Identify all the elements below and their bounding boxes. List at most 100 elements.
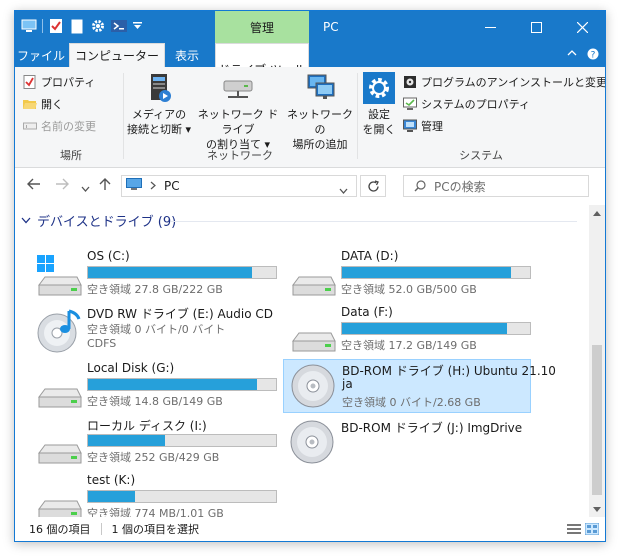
scrollbar-thumb[interactable] xyxy=(592,345,602,495)
title-bar: 管理 PC xyxy=(15,11,605,43)
open-settings-button[interactable]: 設定 を開く xyxy=(361,71,397,137)
drive-item-e[interactable]: DVD RW ドライブ (E:) Audio CD 空き領域 0 バイト/0 バ… xyxy=(29,303,277,359)
drive-usage-fill xyxy=(342,267,512,278)
rename-button[interactable]: 名前の変更 xyxy=(23,115,119,137)
large-icons-view-icon[interactable] xyxy=(584,522,600,538)
drive-usage-fill xyxy=(88,435,166,446)
system-properties-button[interactable]: システムのプロパティ xyxy=(403,93,605,115)
window-title: PC xyxy=(323,20,339,34)
selected-count: 1 個の項目を選択 xyxy=(111,523,200,536)
tab-view[interactable]: 表示 xyxy=(165,43,209,67)
drive-item-j[interactable]: BD-ROM ドライブ (J:) ImgDrive xyxy=(283,417,531,469)
gear-icon[interactable] xyxy=(90,18,106,34)
network-location-icon xyxy=(303,71,337,105)
drive-item-h[interactable]: BD-ROM ドライブ (H:) Ubuntu 21.10 ja 空き領域 0 … xyxy=(283,359,556,413)
drive-usage-bar xyxy=(87,266,277,279)
scroll-down-icon[interactable] xyxy=(589,501,605,517)
window-controls xyxy=(467,11,605,43)
new-document-icon[interactable] xyxy=(69,18,85,34)
system-properties-icon xyxy=(403,97,417,110)
maximize-button[interactable] xyxy=(513,11,559,43)
drive-free-space: 空き領域 27.8 GB/222 GB xyxy=(87,283,223,296)
drive-item-i[interactable]: ローカル ディスク (I:) 空き領域 252 GB/429 GB xyxy=(29,415,277,467)
address-bar[interactable]: PC xyxy=(121,175,357,197)
ribbon-separator xyxy=(357,73,358,159)
close-button[interactable] xyxy=(559,11,605,43)
rename-icon xyxy=(23,122,37,130)
drive-name: DATA (D:) xyxy=(341,249,399,263)
rename-label: 名前の変更 xyxy=(41,120,96,133)
ribbon-tab-controls: ? xyxy=(567,48,599,63)
drive-usage-bar xyxy=(341,322,531,335)
media-label-line2: 接続と切断 ▾ xyxy=(126,123,192,136)
drive-usage-fill xyxy=(88,491,135,502)
computer-management-icon xyxy=(403,119,417,132)
settings-label-line1: 設定 xyxy=(368,108,390,121)
back-arrow-icon[interactable] xyxy=(27,178,41,194)
drive-usage-bar xyxy=(87,378,277,391)
drive-item-k[interactable]: test (K:) 空き領域 774 MB/1.01 GB xyxy=(29,471,277,517)
details-view-icon[interactable] xyxy=(567,523,581,538)
minimize-button[interactable] xyxy=(467,11,513,43)
help-icon[interactable]: ? xyxy=(587,48,599,63)
ribbon: プロパティ 開く 名前の変更 場所 メディアの 接続と切断 ▾ ネットワーク ド… xyxy=(15,67,605,168)
section-header-devices[interactable]: デバイスとドライブ (9) xyxy=(21,211,176,230)
manage-button[interactable]: 管理 xyxy=(403,115,605,137)
recent-locations-chevron-icon[interactable] xyxy=(81,180,90,196)
audio-cd-icon xyxy=(35,307,87,353)
search-icon xyxy=(414,180,426,192)
properties-button[interactable]: プロパティ xyxy=(23,71,119,93)
refresh-button[interactable] xyxy=(360,175,386,197)
open-label: 開く xyxy=(41,98,63,111)
manage-label: 管理 xyxy=(421,120,443,133)
drive-usage-bar xyxy=(341,266,531,279)
add-network-location-button[interactable]: ネットワークの 場所の追加 xyxy=(285,71,355,152)
search-input[interactable]: PCの検索 xyxy=(403,175,589,197)
breadcrumb-chevron-icon[interactable] xyxy=(150,179,156,193)
pc-icon[interactable] xyxy=(21,18,37,34)
group-label-system: システム xyxy=(459,149,503,162)
powershell-icon[interactable] xyxy=(111,18,127,34)
tab-file[interactable]: ファイル xyxy=(15,43,67,67)
drive-item-f[interactable]: Data (F:) 空き領域 17.2 GB/149 GB xyxy=(283,303,531,355)
bd-rom-disc-icon xyxy=(289,419,341,464)
forward-arrow-icon[interactable] xyxy=(55,178,69,194)
drive-name: test (K:) xyxy=(87,473,136,487)
address-dropdown-icon[interactable] xyxy=(339,183,348,197)
status-bar: 16 個の項目 1 個の項目を選択 xyxy=(15,517,605,541)
drive-name: BD-ROM ドライブ (J:) ImgDrive xyxy=(341,421,523,435)
open-button[interactable]: 開く xyxy=(23,93,119,115)
breadcrumb-pc[interactable]: PC xyxy=(164,179,180,193)
navigation-bar: PC PCの検索 xyxy=(15,168,605,204)
up-arrow-icon[interactable] xyxy=(99,178,111,195)
drive-free-space: 空き領域 0 バイト/2.68 GB xyxy=(342,396,481,409)
group-label-location: 場所 xyxy=(60,149,82,162)
map-network-drive-button[interactable]: ネットワーク ドライブ の割り当て ▾ xyxy=(195,71,281,152)
drive-item-c[interactable]: OS (C:) 空き領域 27.8 GB/222 GB xyxy=(29,247,277,299)
drive-item-g[interactable]: Local Disk (G:) 空き領域 14.8 GB/149 GB xyxy=(29,359,277,411)
folder-open-icon xyxy=(23,100,37,109)
vertical-scrollbar[interactable] xyxy=(589,205,605,517)
drive-usage-fill xyxy=(88,267,252,278)
scroll-up-icon[interactable] xyxy=(589,205,605,221)
media-connect-button[interactable]: メディアの 接続と切断 ▾ xyxy=(125,71,193,137)
customize-dropdown-icon[interactable] xyxy=(132,18,142,34)
media-server-icon xyxy=(142,71,176,105)
hard-drive-icon xyxy=(35,367,87,411)
uninstall-programs-button[interactable]: プログラムのアンインストールと変更 xyxy=(403,71,605,93)
drive-item-d[interactable]: DATA (D:) 空き領域 52.0 GB/500 GB xyxy=(283,247,531,299)
item-count: 16 個の項目 xyxy=(29,523,91,536)
drive-free-space: 空き領域 17.2 GB/149 GB xyxy=(341,339,477,352)
add-location-line1: ネットワークの xyxy=(287,108,353,136)
windows-drive-icon xyxy=(35,255,87,299)
tab-computer[interactable]: コンピューター xyxy=(69,43,165,67)
drive-filesystem: CDFS xyxy=(87,337,117,350)
drive-name: Data (F:) xyxy=(341,305,393,319)
toolbar-separator xyxy=(42,19,43,33)
group-label-network: ネットワーク xyxy=(207,149,273,162)
quick-access-toolbar xyxy=(21,18,142,34)
drive-name: Local Disk (G:) xyxy=(87,361,175,375)
collapse-ribbon-icon[interactable] xyxy=(567,48,577,63)
programs-icon xyxy=(404,76,416,88)
properties-check-icon[interactable] xyxy=(48,18,64,34)
